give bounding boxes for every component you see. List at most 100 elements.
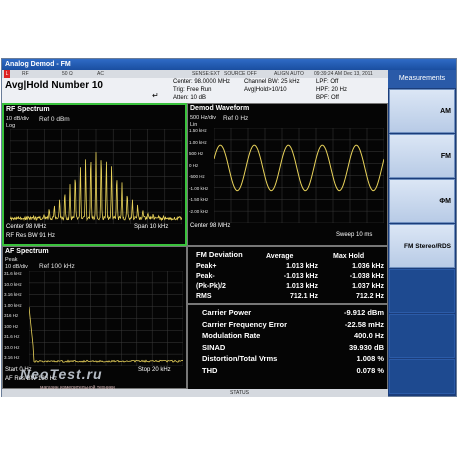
measurement-results-panel: Carrier Power -9.912 dBm Carrier Frequency… bbox=[187, 304, 388, 394]
hpf: HPF: 20 Hz bbox=[316, 87, 347, 93]
demod-y-tick: -1.50 kHz bbox=[189, 197, 208, 202]
analyzer-window: Analog Demod - FM L RF 50 Ω AC SENSE:EXT… bbox=[1, 58, 457, 397]
rf-scale: 10 dB/div bbox=[6, 116, 29, 122]
demod-y-tick: 500 Hz bbox=[189, 151, 203, 156]
af-y-tick: 31.6 Hz bbox=[4, 334, 20, 339]
af-title: AF Spectrum bbox=[5, 248, 49, 255]
status-indicator: L bbox=[4, 70, 10, 78]
fm-row-average: -1.013 kHz bbox=[258, 273, 318, 280]
af-y-tick: 10.0 kHz bbox=[4, 282, 22, 287]
measurement-value: 39.930 dB bbox=[306, 343, 384, 352]
measurement-label: Modulation Rate bbox=[202, 331, 260, 340]
demod-y-tick: 1.00 kHz bbox=[189, 140, 207, 145]
lpf: LPF: Off bbox=[316, 79, 338, 85]
fm-row-label: RMS bbox=[196, 293, 212, 300]
fm-row-max-hold: -1.038 kHz bbox=[324, 273, 384, 280]
watermark-logo: NeoTest.ru bbox=[20, 366, 103, 382]
af-spectrum-plot bbox=[29, 271, 183, 366]
menu-item-empty-2[interactable] bbox=[389, 314, 455, 358]
status-sense: SENSE:EXT bbox=[192, 70, 220, 78]
demod-y-tick: 1.50 kHz bbox=[189, 128, 207, 133]
af-y-tick: 316 Hz bbox=[4, 313, 18, 318]
af-y-tick: 3.16 Hz bbox=[4, 355, 20, 360]
demod-y-tick: -1.00 kHz bbox=[189, 186, 208, 191]
center-freq: Center: 98.0000 MHz bbox=[173, 79, 230, 85]
bpf: BPF: Off bbox=[316, 95, 339, 101]
rf-spectrum-panel[interactable]: RF Spectrum 10 dB/div Ref 0 dBm Log Cent… bbox=[2, 103, 187, 246]
menu-item-phase-m[interactable]: ΦM bbox=[389, 179, 455, 223]
fm-row-average: 1.013 kHz bbox=[258, 283, 318, 290]
return-icon[interactable]: ↵ bbox=[152, 91, 159, 100]
measurement-value: 1.008 % bbox=[306, 354, 384, 363]
measurement-label: Carrier Power bbox=[202, 308, 251, 317]
demod-y-tick: -2.00 kHz bbox=[189, 209, 208, 214]
af-ref: Ref 100 kHz bbox=[39, 263, 75, 270]
menu-item-am[interactable]: AM bbox=[389, 89, 455, 133]
af-y-tick: 1.00 kHz bbox=[4, 303, 22, 308]
demod-waveform-panel[interactable]: Demod Waveform 500 Hz/div Ref 0 Hz Lin 1… bbox=[187, 103, 388, 246]
fm-row-average: 712.1 Hz bbox=[258, 293, 318, 300]
status-row: L RF 50 Ω AC SENSE:EXT SOURCE OFF ALIGN … bbox=[2, 70, 388, 78]
header-right: Center: 98.0000 MHz Trig: Free Run Atten… bbox=[169, 78, 388, 103]
demod-scale: 500 Hz/div bbox=[190, 115, 216, 121]
attenuation: Atten: 10 dB bbox=[173, 95, 206, 101]
fm-row-max-hold: 712.2 Hz bbox=[324, 293, 384, 300]
rf-span: Span 10 kHz bbox=[134, 224, 168, 230]
status-impedance: 50 Ω bbox=[62, 70, 73, 78]
col-max-hold: Max Hold bbox=[333, 253, 364, 260]
avg-hold-count: Avg|Hold>10/10 bbox=[244, 87, 287, 93]
menu-item-empty-1[interactable] bbox=[389, 269, 455, 313]
measurement-value: 0.078 % bbox=[306, 366, 384, 375]
status-coupling: AC bbox=[97, 70, 104, 78]
fm-row-label: (Pk-Pk)/2 bbox=[196, 283, 226, 290]
measurement-label: Distortion/Total Vrms bbox=[202, 354, 277, 363]
measurement-value: -22.58 mHz bbox=[306, 320, 384, 329]
demod-waveform-plot bbox=[214, 128, 384, 223]
status-align: ALIGN AUTO bbox=[274, 70, 304, 78]
demod-sweep: Sweep 10 ms bbox=[336, 232, 372, 238]
status-rf: RF bbox=[22, 70, 29, 78]
menu-item-fm[interactable]: FM bbox=[389, 134, 455, 178]
fm-deviation-panel: FM Deviation Average Max Hold Peak+ 1.013… bbox=[187, 246, 388, 304]
af-mode: Peak bbox=[5, 257, 18, 263]
measurements-menu: Measurements AM FM ΦM FM Stereo/RDS bbox=[388, 70, 456, 396]
measurement-label: THD bbox=[202, 366, 217, 375]
demod-y-tick: -500 Hz bbox=[189, 174, 205, 179]
menu-item-fm-stereo-rds[interactable]: FM Stereo/RDS bbox=[389, 224, 455, 268]
fm-row-max-hold: 1.036 kHz bbox=[324, 263, 384, 270]
watermark-subtitle: магазин измерительной техники bbox=[40, 385, 115, 391]
header-left: Avg|Hold Number 10 ↵ bbox=[2, 78, 169, 103]
af-scale: 10 dB/div bbox=[5, 264, 28, 270]
measurement-value: -9.912 dBm bbox=[306, 308, 384, 317]
channel-bw: Channel BW: 25 kHz bbox=[244, 79, 300, 85]
demod-title: Demod Waveform bbox=[190, 105, 249, 112]
af-y-tick: 3.16 kHz bbox=[4, 292, 22, 297]
window-title: Analog Demod - FM bbox=[2, 59, 456, 70]
page-title: Avg|Hold Number 10 bbox=[5, 80, 103, 91]
fm-row-max-hold: 1.037 kHz bbox=[324, 283, 384, 290]
fm-row-average: 1.013 kHz bbox=[258, 263, 318, 270]
status-source: SOURCE OFF bbox=[224, 70, 257, 78]
fm-row-label: Peak- bbox=[196, 273, 215, 280]
rf-spectrum-plot bbox=[10, 129, 182, 224]
trigger: Trig: Free Run bbox=[173, 87, 211, 93]
status-datetime: 09:39:24 AM Dec 13, 2011 bbox=[314, 70, 373, 78]
rf-spectrum-title: RF Spectrum bbox=[6, 106, 50, 113]
rf-ref: Ref 0 dBm bbox=[39, 116, 70, 123]
menu-item-empty-3[interactable] bbox=[389, 359, 455, 394]
demod-ref: Ref 0 Hz bbox=[223, 115, 248, 122]
fm-deviation-title: FM Deviation bbox=[196, 250, 243, 259]
demod-y-tick: 0 Hz bbox=[189, 163, 198, 168]
af-stop: Stop 20 kHz bbox=[138, 367, 171, 373]
rf-res-bw: RF Res BW 91 Hz bbox=[6, 233, 55, 239]
af-y-tick: 31.6 kHz bbox=[4, 271, 22, 276]
af-y-tick: 100 Hz bbox=[4, 324, 18, 329]
col-average: Average bbox=[266, 253, 293, 260]
measurement-label: SINAD bbox=[202, 343, 225, 352]
menu-title: Measurements bbox=[388, 70, 456, 88]
af-y-tick: 10.0 Hz bbox=[4, 345, 20, 350]
measurement-value: 400.0 Hz bbox=[306, 331, 384, 340]
measurement-label: Carrier Frequency Error bbox=[202, 320, 287, 329]
rf-center: Center 98 MHz bbox=[6, 224, 46, 230]
demod-center: Center 98 MHz bbox=[190, 223, 230, 229]
